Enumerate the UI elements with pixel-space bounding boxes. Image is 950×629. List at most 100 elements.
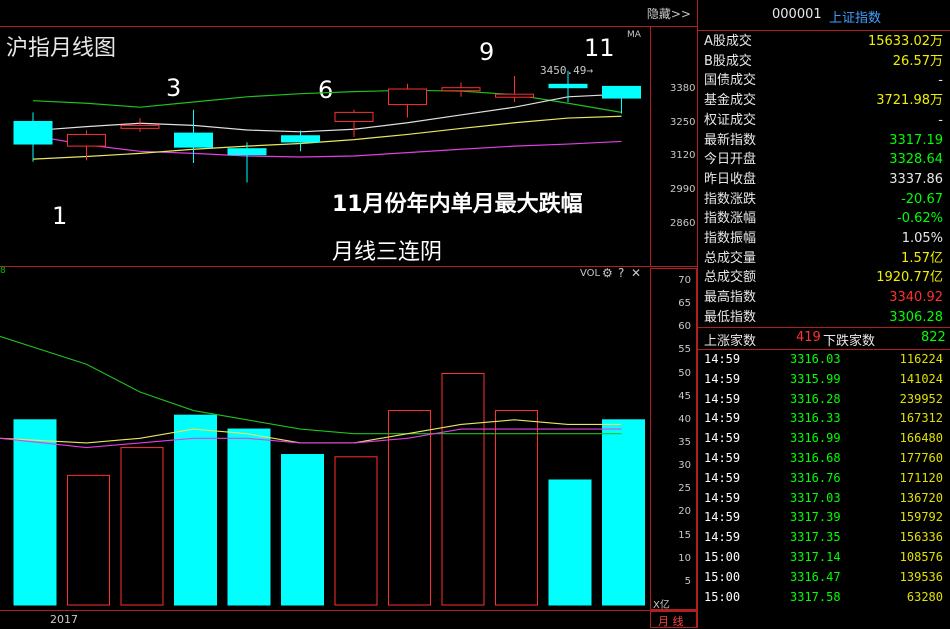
tick-time: 14:59 (704, 371, 741, 386)
up-count: 419 (796, 330, 821, 345)
stat-value: 3317.19 (889, 132, 943, 148)
tick-price: 3317.58 (790, 589, 841, 604)
tick-time: 14:59 (704, 510, 741, 525)
tick-row: 14:59 3317.03 136720 (698, 489, 950, 509)
volume-bar (13, 419, 57, 606)
vol-tick: 40 (678, 413, 691, 425)
tick-volume: 156336 (899, 530, 943, 545)
period-label: 月 线 (658, 615, 684, 628)
stat-row: 最高指数 3340.92 (698, 288, 950, 308)
stat-label: 最低指数 (704, 309, 757, 325)
candle-body (495, 93, 534, 98)
stat-value: 1.05% (901, 231, 943, 246)
stat-label: 指数振幅 (704, 231, 757, 246)
tick-time: 14:59 (704, 411, 741, 426)
tick-row: 14:59 3316.99 166480 (698, 429, 950, 449)
chart-area: 隐藏>> 沪指月线图 MA 1 3 6 9 11 11月份年内单月最大跌幅 月线… (0, 0, 697, 628)
quote-header: 000001 上证指数 (698, 0, 950, 31)
candle-body (441, 87, 481, 92)
volume-bar (174, 414, 217, 606)
stat-value: 3306.28 (889, 309, 943, 325)
chart-svg (0, 70, 645, 606)
tick-time: 14:59 (704, 391, 741, 406)
tick-price: 3317.39 (790, 510, 841, 525)
tick-row: 15:00 3317.58 63280 (698, 588, 950, 608)
price-tick: 2990 (670, 184, 696, 195)
tick-volume: 166480 (899, 431, 943, 446)
candle-body (281, 135, 320, 143)
stat-value: 1.57亿 (901, 250, 943, 266)
stat-value: 1920.77亿 (876, 270, 943, 286)
tick-price: 3317.14 (790, 550, 841, 564)
vol-tick: 10 (678, 552, 691, 564)
index-name: 上证指数 (829, 11, 882, 26)
volume-bar (495, 410, 538, 606)
tick-time: 15:00 (704, 550, 741, 564)
tick-row: 14:59 3316.03 116224 (698, 350, 950, 370)
candle-body (602, 85, 641, 99)
volume-bar (441, 373, 485, 606)
vol-tick: 25 (678, 483, 691, 495)
tick-volume: 171120 (899, 470, 943, 485)
stat-row: 总成交量 1.57亿 (698, 249, 950, 269)
year-label: 2017 (50, 613, 78, 626)
tick-time: 14:59 (704, 530, 741, 545)
candle-body (120, 124, 160, 129)
bottom-divider (0, 610, 697, 611)
tick-price: 3315.99 (790, 371, 841, 386)
ma-line-yellow (32, 115, 622, 160)
ma-line-purple (32, 135, 622, 158)
down-label: 下跌家数 (823, 334, 876, 349)
volume-bar (548, 479, 592, 606)
stat-label: 总成交额 (704, 270, 757, 286)
period-tab[interactable]: 月 线 (650, 611, 697, 628)
tick-row: 14:59 3317.35 156336 (698, 528, 950, 548)
tick-time: 14:59 (704, 352, 741, 366)
stat-label: B股成交 (704, 53, 752, 69)
tick-row: 14:59 3316.76 171120 (698, 469, 950, 489)
tick-time: 14:59 (704, 431, 741, 446)
price-tick: 2860 (670, 218, 696, 229)
tick-list[interactable]: 14:59 3316.03 116224 14:59 3315.99 141024 14:5… (698, 350, 950, 610)
vol-tick: 50 (678, 367, 691, 379)
tick-time: 14:59 (704, 470, 741, 485)
vol-ticks: 70 65 60 55 50 45 40 35 30 25 20 15 10 5 (650, 268, 697, 610)
vol-tick: 65 (678, 298, 691, 310)
tick-price: 3316.03 (790, 352, 841, 366)
tick-price: 3317.03 (790, 490, 841, 505)
price-tick: 3380 (670, 83, 696, 94)
tick-time: 14:59 (704, 451, 741, 465)
stat-value: -20.67 (901, 191, 943, 207)
stat-row: A股成交 15633.02万 (698, 32, 950, 52)
hide-button[interactable]: 隐藏>> (647, 5, 691, 22)
volume-bar (602, 419, 645, 606)
vol-tick: 5 (684, 575, 691, 587)
tick-volume: 136720 (899, 490, 943, 505)
stat-row: 指数涨幅 -0.62% (698, 209, 950, 229)
stat-label: 国债成交 (704, 73, 757, 89)
stat-label: A股成交 (704, 34, 752, 49)
vol-tick: 15 (678, 529, 691, 541)
tick-price: 3316.76 (790, 470, 841, 485)
stat-value: - (938, 112, 943, 128)
stat-row: 最新指数 3317.19 (698, 131, 950, 151)
stat-label: 指数涨幅 (704, 211, 757, 227)
volume-bar (227, 428, 271, 606)
stats-list: A股成交 15633.02万 B股成交 26.57万 国债成交 - 基金成交 3721.98万… (698, 32, 950, 328)
stat-label: 权证成交 (704, 112, 757, 128)
stat-value: 15633.02万 (867, 34, 943, 49)
vol-tick: 60 (678, 321, 691, 333)
vol-tick: 70 (678, 274, 691, 286)
stat-row: 总成交额 1920.77亿 (698, 268, 950, 288)
tick-row: 14:59 3317.39 159792 (698, 508, 950, 528)
stat-label: 指数涨跌 (704, 191, 757, 207)
tick-row: 14:59 3316.68 177760 (698, 449, 950, 469)
stat-value: 3337.86 (889, 171, 943, 187)
tick-volume: 177760 (899, 451, 943, 465)
stat-row: 国债成交 - (698, 71, 950, 91)
updown-row: 上涨家数 419 下跌家数 822 (698, 327, 950, 350)
tick-volume: 108576 (899, 550, 943, 564)
volume-bar (120, 447, 164, 606)
vol-tick: 35 (678, 436, 691, 448)
tick-volume: 159792 (899, 510, 943, 525)
